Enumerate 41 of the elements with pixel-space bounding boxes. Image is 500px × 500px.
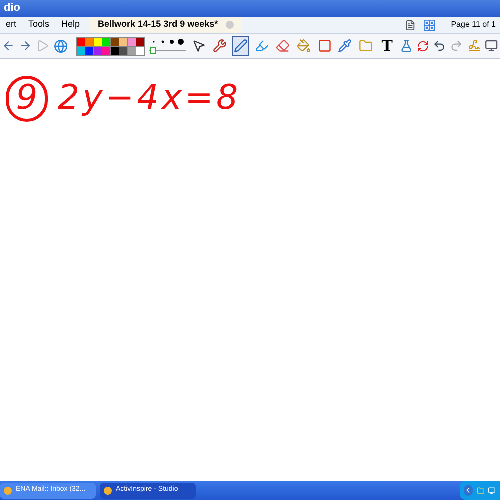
color-swatch[interactable]	[76, 46, 85, 54]
folder-icon[interactable]	[476, 486, 484, 496]
page-view-icon[interactable]	[405, 20, 416, 30]
pen-tool[interactable]	[232, 36, 250, 56]
flask-icon[interactable]	[400, 39, 414, 53]
document-tab[interactable]: Bellwork 14-15 3rd 9 weeks*	[90, 17, 242, 33]
color-swatch[interactable]	[128, 38, 136, 46]
color-swatch[interactable]	[110, 46, 119, 54]
color-swatch[interactable]	[94, 38, 102, 46]
tab-label: Bellwork 14-15 3rd 9 weeks*	[98, 18, 218, 32]
color-swatch[interactable]	[85, 46, 94, 54]
color-swatch[interactable]	[119, 38, 128, 46]
screen-icon[interactable]	[484, 39, 498, 53]
circled-number: 9	[6, 76, 48, 122]
menu-item[interactable]: Help	[56, 18, 86, 32]
color-swatch[interactable]	[136, 46, 144, 54]
grid-icon[interactable]	[424, 20, 436, 30]
dot-sizes-icon	[150, 38, 185, 46]
color-swatch[interactable]	[136, 38, 144, 46]
reset-icon[interactable]	[417, 40, 430, 52]
text-tool[interactable]: T	[378, 36, 396, 56]
color-swatch[interactable]	[102, 38, 110, 46]
globe-icon[interactable]	[54, 38, 68, 54]
color-swatch[interactable]	[110, 38, 119, 46]
forward-icon[interactable]	[19, 39, 32, 53]
color-swatch[interactable]	[85, 38, 94, 46]
slider-thumb[interactable]	[150, 47, 156, 54]
undo-icon[interactable]	[433, 39, 446, 53]
color-swatch[interactable]	[94, 46, 102, 54]
page-indicator: Page 11 of 1	[451, 19, 497, 31]
window-title: dio	[4, 1, 20, 16]
pen-width-slider[interactable]	[148, 36, 186, 56]
color-swatch[interactable]	[76, 38, 85, 46]
handwritten-equation: 2y−4x=8	[58, 77, 242, 120]
expand-icon[interactable]	[464, 485, 473, 496]
color-swatch[interactable]	[102, 46, 110, 54]
menu-item[interactable]: ert	[0, 18, 23, 32]
menu-item[interactable]: Tools	[22, 18, 56, 32]
color-swatch[interactable]	[119, 46, 128, 54]
back-icon[interactable]	[2, 39, 16, 53]
color-swatch[interactable]	[128, 46, 136, 54]
